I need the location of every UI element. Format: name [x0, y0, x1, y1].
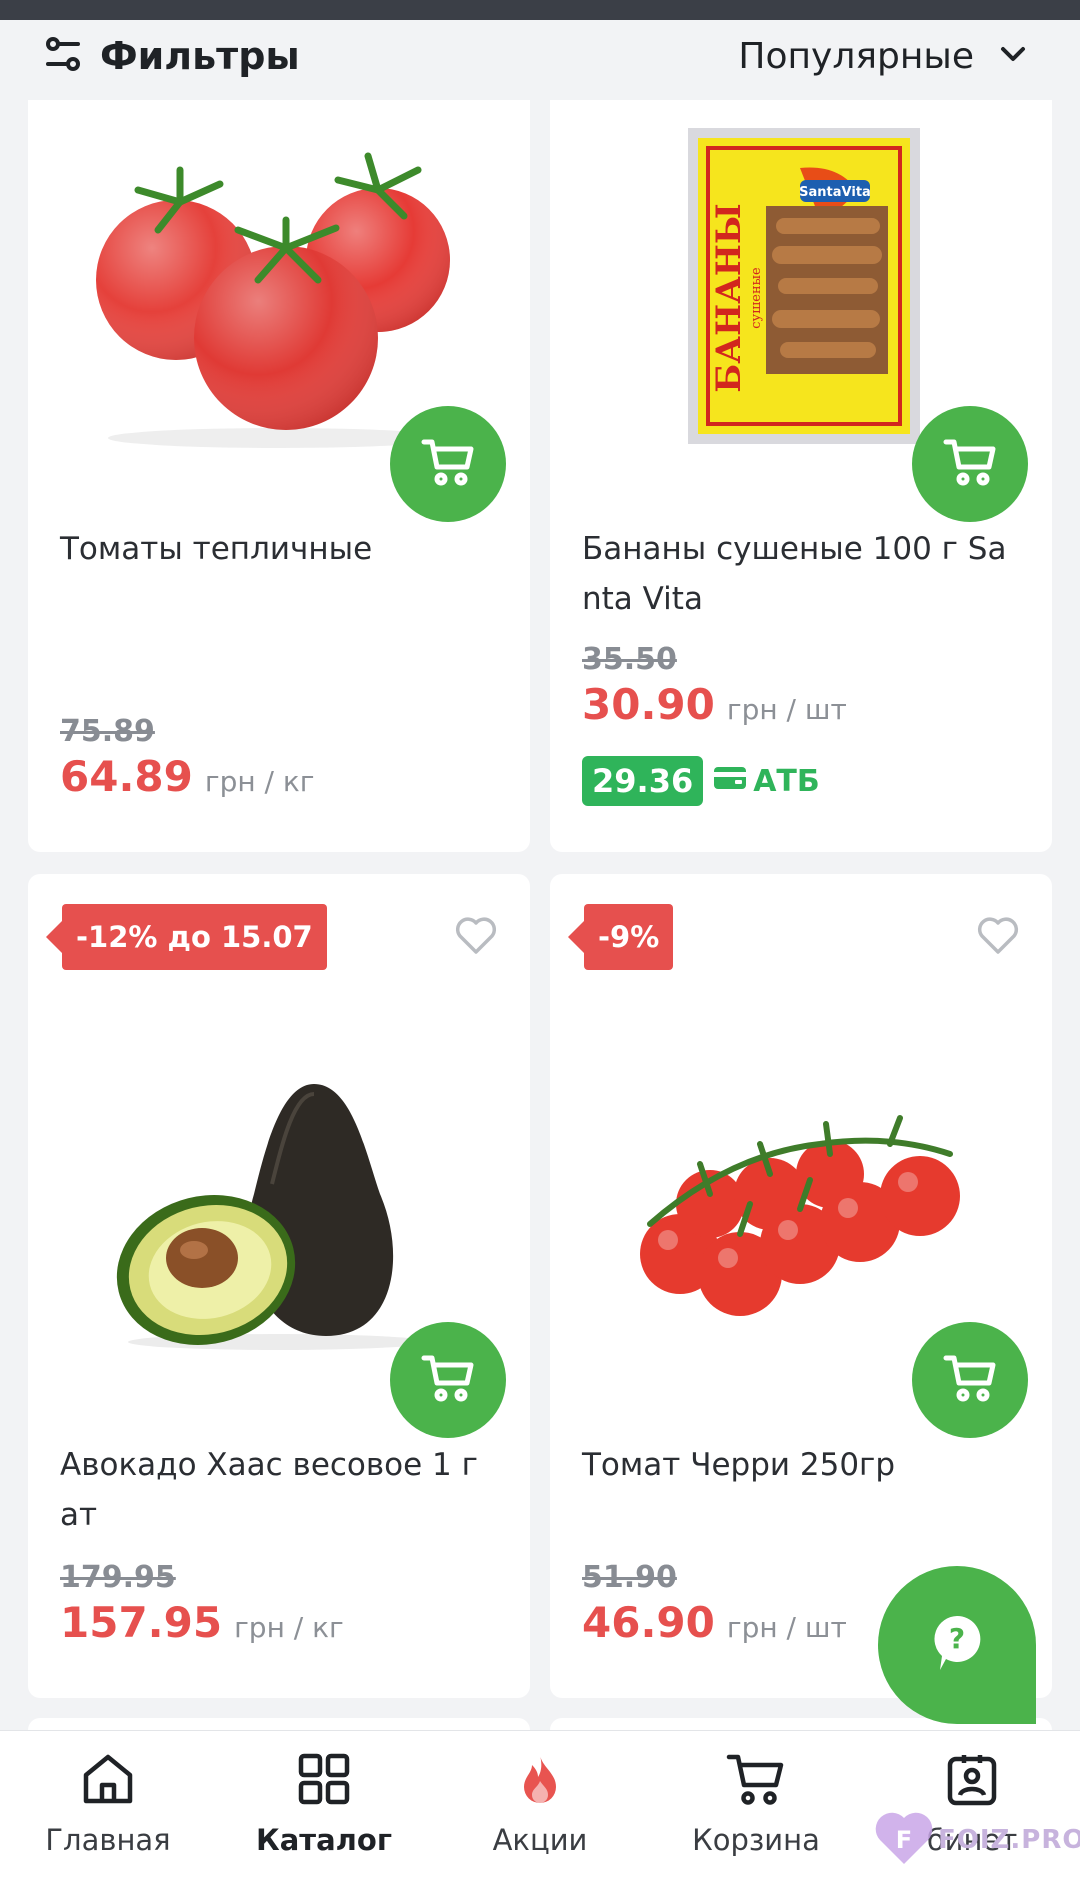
home-icon [80, 1751, 136, 1811]
nav-item-cart[interactable]: Корзина [648, 1751, 864, 1857]
cherry-tomatoes-image [590, 1044, 1010, 1374]
cart-icon [421, 437, 475, 491]
flame-icon [512, 1751, 568, 1811]
old-price: 179.95 [60, 1560, 176, 1595]
current-price: 30.90 [582, 680, 715, 729]
price-unit: грн / шт [726, 1611, 847, 1644]
nav-label: Главная [45, 1823, 171, 1857]
watermark: F FOIZ.PRO [872, 1808, 1080, 1872]
product-name[interactable]: Томат Черри 250гр [582, 1440, 1022, 1490]
cart-icon [943, 437, 997, 491]
status-bar [0, 0, 1080, 20]
watermark-text: FOIZ.PRO [938, 1825, 1080, 1855]
loyalty-card-price: 29.36 АТБ [582, 756, 820, 806]
old-price: 75.89 [60, 714, 155, 749]
nav-label: Каталог [256, 1823, 392, 1857]
product-name[interactable]: Бананы сушеные 100 г Sa nta Vita [582, 524, 1022, 624]
loyalty-label: АТБ [753, 763, 820, 799]
cart-icon [726, 1751, 786, 1811]
add-to-cart-button[interactable] [912, 406, 1028, 522]
chevron-down-icon [1000, 46, 1026, 66]
favorite-heart-icon[interactable] [976, 916, 1020, 956]
nav-label: Корзина [692, 1823, 820, 1857]
price-row: 46.90 грн / шт [582, 1598, 847, 1647]
heart-logo-icon: F [872, 1808, 936, 1872]
avocado-image [68, 1044, 488, 1374]
price-row: 64.89 грн / кг [60, 752, 315, 801]
product-name[interactable]: Авокадо Хаас весовое 1 г ат [60, 1440, 500, 1540]
nav-label: Акции [492, 1823, 588, 1857]
add-to-cart-button[interactable] [390, 406, 506, 522]
add-to-cart-button[interactable] [390, 1322, 506, 1438]
product-card[interactable]: SantaVita БАНАНЫ сушеные Бананы сушеные … [550, 100, 1052, 852]
current-price: 46.90 [582, 1598, 715, 1647]
favorite-heart-icon[interactable] [454, 916, 498, 956]
profile-badge-icon [944, 1751, 1000, 1811]
price-unit: грн / шт [726, 693, 847, 726]
nav-item-promotions[interactable]: Акции [432, 1751, 648, 1857]
wallet-card-icon [713, 763, 747, 799]
help-button[interactable]: ? [878, 1566, 1036, 1724]
discount-badge: -9% [567, 904, 674, 970]
price-unit: грн / кг [204, 765, 315, 798]
current-price: 64.89 [60, 752, 193, 801]
filters-label: Фильтры [100, 34, 300, 78]
package-title: БАНАНЫ [709, 203, 749, 393]
old-price: 51.90 [582, 1560, 677, 1595]
top-bar: Фильтры Популярные [0, 20, 1080, 102]
price-row: 30.90 грн / шт [582, 680, 847, 729]
svg-text:?: ? [949, 1622, 965, 1655]
old-price: 35.50 [582, 642, 677, 677]
sort-dropdown[interactable]: Популярные [738, 26, 1026, 86]
price-unit: грн / кг [234, 1611, 344, 1644]
loyalty-price: 29.36 [582, 756, 704, 806]
price-row: 157.95 грн / кг [60, 1598, 344, 1647]
package-brand: SantaVita [799, 185, 871, 200]
dried-bananas-package-image: SantaVita БАНАНЫ сушеные [590, 128, 1010, 458]
current-price: 157.95 [60, 1598, 223, 1647]
nav-item-home[interactable]: Главная [0, 1751, 216, 1857]
sort-label: Популярные [738, 35, 974, 77]
product-name[interactable]: Томаты тепличные [60, 524, 500, 574]
product-card[interactable]: Томаты тепличные 75.89 64.89 грн / кг [28, 100, 530, 852]
loyalty-card-badge: АТБ [713, 763, 820, 799]
help-question-icon: ? [932, 1614, 982, 1676]
add-to-cart-button[interactable] [912, 1322, 1028, 1438]
tomatoes-image [68, 120, 488, 450]
nav-item-catalog[interactable]: Каталог [216, 1751, 432, 1857]
svg-text:F: F [896, 1826, 912, 1854]
cart-icon [943, 1353, 997, 1407]
cart-icon [421, 1353, 475, 1407]
discount-badge: -12% до 15.07 [46, 904, 327, 970]
package-subtitle: сушеные [749, 267, 764, 329]
filters-sliders-icon [44, 35, 82, 77]
catalog-grid-icon [296, 1751, 352, 1811]
filters-button[interactable]: Фильтры [44, 26, 300, 86]
product-card[interactable]: -12% до 15.07 Авокадо Хаас весовое 1 г а… [28, 874, 530, 1698]
